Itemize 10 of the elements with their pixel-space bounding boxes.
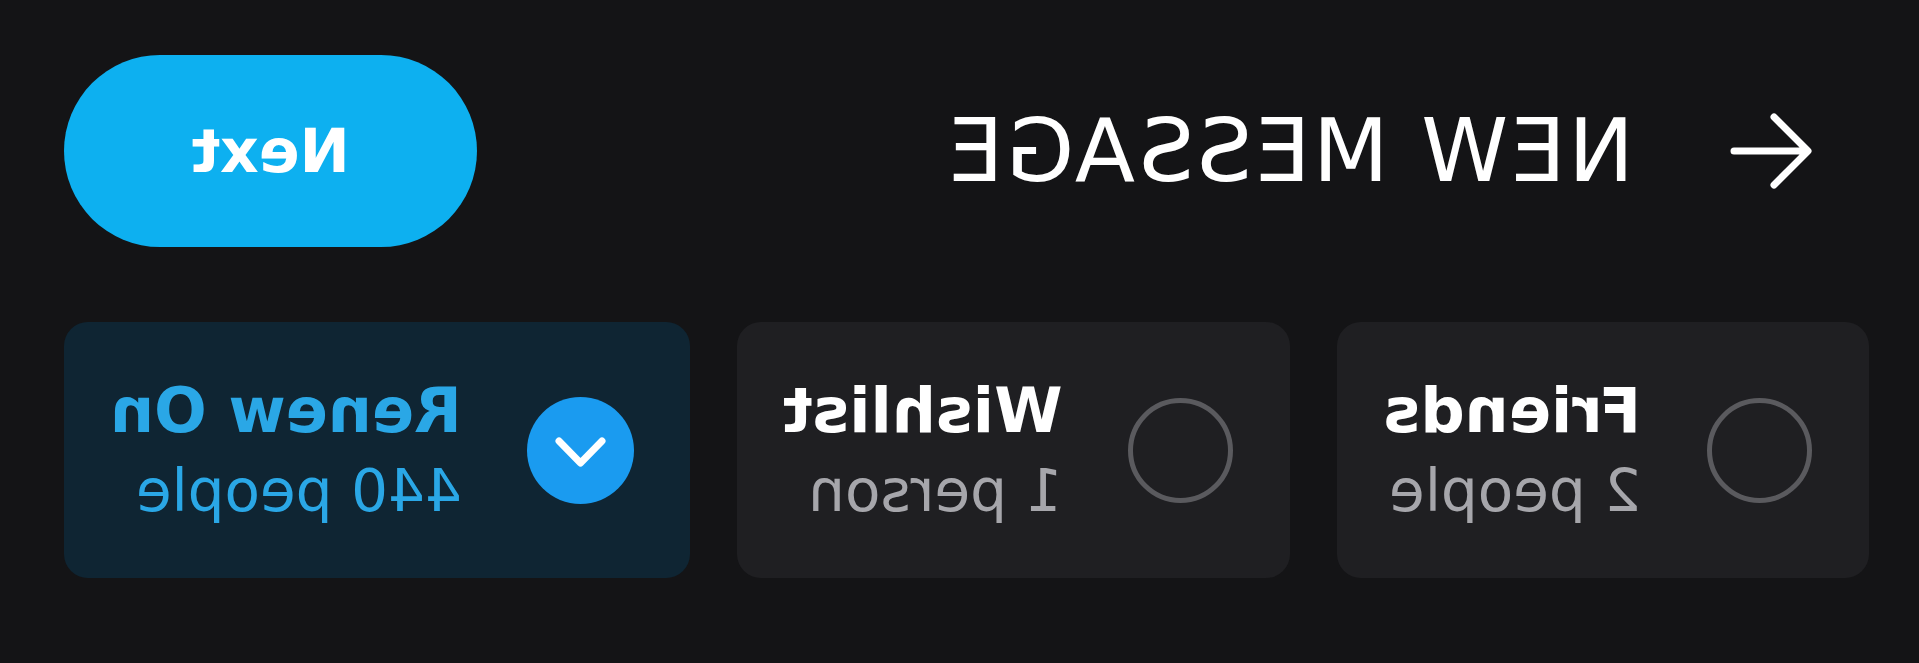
list-card[interactable]: Wishlist 1 person: [736, 322, 1291, 578]
page-title: NEW MESSAGE: [946, 107, 1634, 195]
radio-circle-icon[interactable]: [1127, 396, 1235, 504]
list-card[interactable]: Renew On 440 people: [64, 322, 690, 578]
list-title: Friends: [1383, 380, 1642, 442]
checked-circle-icon[interactable]: [526, 396, 634, 504]
list-card[interactable]: Friends 2 people: [1337, 322, 1870, 578]
radio-circle-icon[interactable]: [1706, 396, 1814, 504]
list-title: Renew On: [110, 380, 462, 442]
list-title: Wishlist: [782, 380, 1063, 442]
